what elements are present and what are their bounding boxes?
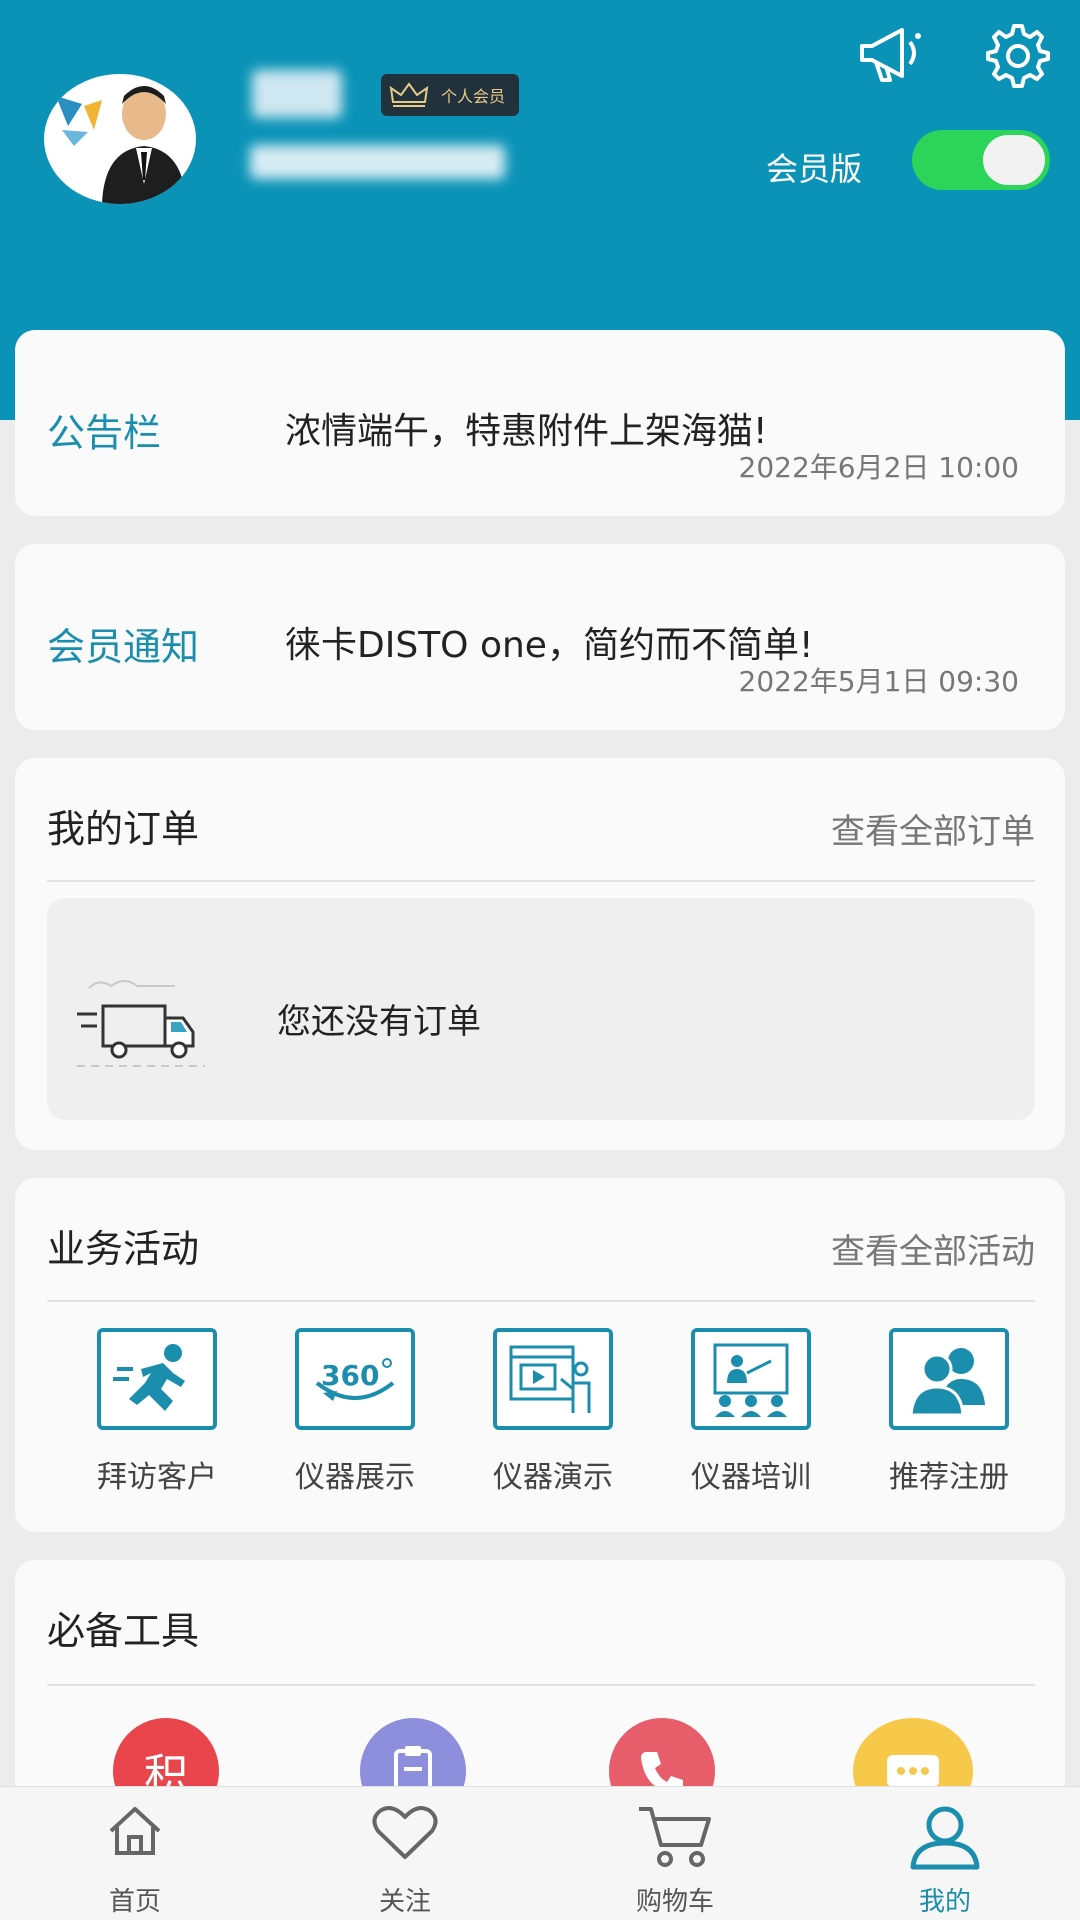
user-avatar[interactable] bbox=[44, 74, 196, 204]
activity-label: 仪器培训 bbox=[691, 1460, 811, 1495]
tab-cart[interactable]: 购物车 bbox=[540, 1787, 810, 1920]
activity-referral-register[interactable]: 推荐注册 bbox=[850, 1328, 1048, 1496]
cart-icon bbox=[639, 1807, 711, 1867]
activity-label: 推荐注册 bbox=[889, 1460, 1009, 1495]
tools-divider bbox=[47, 1684, 1035, 1686]
bulletin-text: 浓情端午，特惠附件上架海猫! bbox=[285, 411, 768, 452]
users-icon bbox=[889, 1328, 1009, 1430]
training-board-icon bbox=[691, 1328, 811, 1430]
activity-visit-customer[interactable]: 拜访客户 bbox=[58, 1328, 256, 1496]
delivery-truck-icon bbox=[75, 970, 215, 1070]
bulletin-card[interactable]: 公告栏 浓情端午，特惠附件上架海猫! 2022年6月2日 10:00 bbox=[15, 330, 1065, 516]
activities-grid: 拜访客户 360 仪器展示 仪器演示 仪器培训 推荐注册 bbox=[15, 1328, 1065, 1496]
vip-version-label: 会员版 bbox=[766, 150, 863, 188]
member-notice-card[interactable]: 会员通知 徕卡DISTO one，简约而不简单! 2022年5月1日 09:30 bbox=[15, 544, 1065, 730]
chat-icon bbox=[887, 1755, 939, 1787]
tab-follow[interactable]: 关注 bbox=[270, 1787, 540, 1920]
activity-instrument-display[interactable]: 360 仪器展示 bbox=[256, 1328, 454, 1496]
orders-empty-state: 您还没有订单 bbox=[47, 898, 1035, 1120]
bulletin-time: 2022年6月2日 10:00 bbox=[738, 451, 1019, 484]
tab-home[interactable]: 首页 bbox=[0, 1787, 270, 1920]
presentation-screen-icon bbox=[493, 1328, 613, 1430]
activity-instrument-training[interactable]: 仪器培训 bbox=[652, 1328, 850, 1496]
orders-divider bbox=[47, 880, 1035, 882]
activity-instrument-demo[interactable]: 仪器演示 bbox=[454, 1328, 652, 1496]
tools-title: 必备工具 bbox=[47, 1609, 200, 1653]
heart-icon bbox=[372, 1806, 438, 1859]
megaphone-icon[interactable] bbox=[856, 20, 928, 88]
tab-label: 关注 bbox=[378, 1887, 431, 1917]
username-blurred bbox=[252, 70, 342, 118]
member-notice-title: 会员通知 bbox=[47, 625, 200, 669]
activities-card: 业务活动 查看全部活动 拜访客户 360 仪器展示 仪器演示 仪器培训 推荐注册 bbox=[15, 1178, 1065, 1532]
activity-label: 仪器演示 bbox=[493, 1460, 613, 1495]
toggle-knob bbox=[983, 135, 1045, 185]
home-icon bbox=[109, 1807, 161, 1855]
bulletin-title: 公告栏 bbox=[47, 411, 162, 455]
no-orders-text: 您还没有订单 bbox=[277, 1002, 481, 1042]
activity-label: 拜访客户 bbox=[97, 1460, 217, 1495]
view-all-activities-link[interactable]: 查看全部活动 bbox=[831, 1224, 1035, 1273]
tab-label: 首页 bbox=[108, 1887, 161, 1917]
member-notice-text: 徕卡DISTO one，简约而不简单! bbox=[285, 625, 814, 666]
vip-version-toggle[interactable] bbox=[912, 130, 1050, 190]
member-notice-time: 2022年5月1日 09:30 bbox=[738, 665, 1019, 698]
bottom-tab-bar: 首页 关注 购物车 我的 bbox=[0, 1786, 1080, 1920]
tab-label: 我的 bbox=[918, 1887, 971, 1917]
orders-card: 我的订单 查看全部订单 您还没有订单 bbox=[15, 758, 1065, 1150]
user-icon bbox=[910, 1806, 980, 1870]
tab-label: 购物车 bbox=[635, 1887, 714, 1917]
svg-text:360: 360 bbox=[321, 1359, 379, 1392]
view-all-orders-link[interactable]: 查看全部订单 bbox=[831, 804, 1035, 853]
user-info-blurred bbox=[250, 145, 505, 179]
360-view-icon: 360 bbox=[295, 1328, 415, 1430]
member-badge: 个人会员 bbox=[381, 74, 519, 116]
activities-divider bbox=[47, 1300, 1035, 1302]
activity-label: 仪器展示 bbox=[295, 1460, 415, 1495]
orders-title: 我的订单 bbox=[47, 807, 200, 851]
crown-icon bbox=[389, 82, 429, 107]
activities-title: 业务活动 bbox=[47, 1227, 200, 1271]
member-badge-label: 个人会员 bbox=[441, 87, 506, 106]
running-person-icon bbox=[97, 1328, 217, 1430]
settings-gear-icon[interactable] bbox=[980, 20, 1052, 88]
tab-mine[interactable]: 我的 bbox=[810, 1787, 1080, 1920]
